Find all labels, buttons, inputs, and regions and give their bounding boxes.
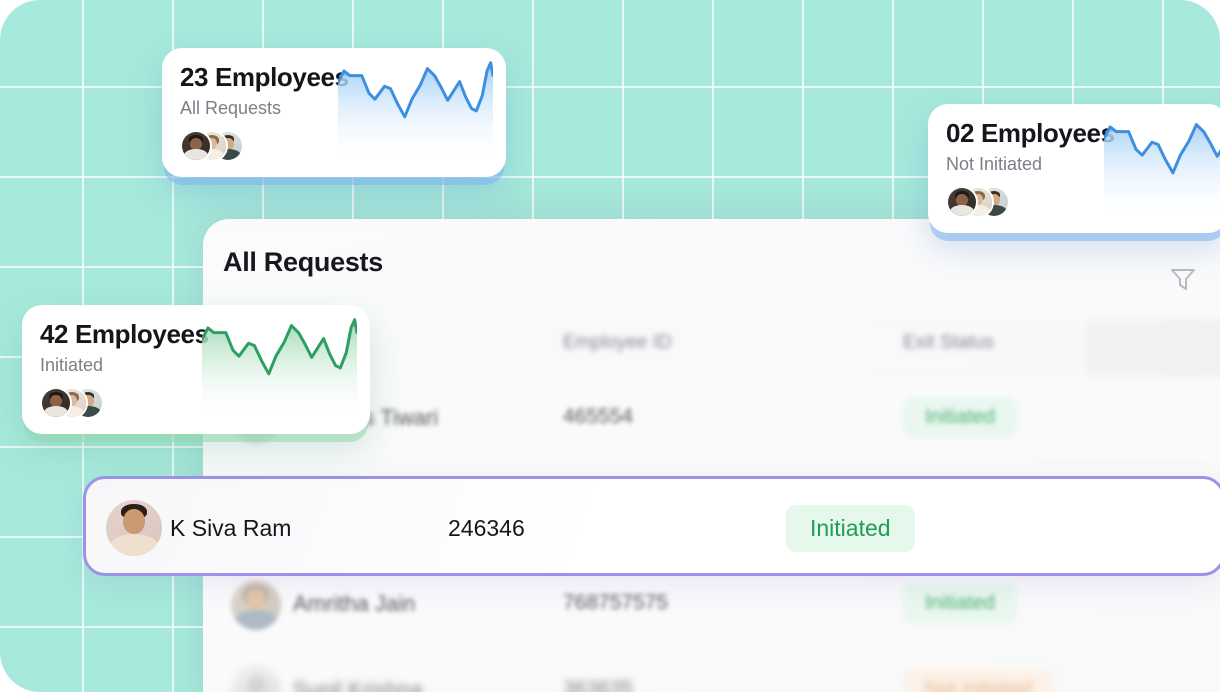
avatar [231,580,281,630]
stat-count: 42 Employees [40,319,209,349]
stat-label: All Requests [180,98,282,118]
avatar [40,387,72,419]
avatar [106,500,162,556]
filter-funnel-icon[interactable] [1167,264,1199,294]
avatar [180,130,212,162]
stat-card-not-initiated[interactable]: 02 Employees Not Initiated [928,104,1220,233]
all-requests-panel: All Requests Employee ID Exit Status Vis… [203,219,1220,692]
cell-employee-name: Sunil Krishna [293,677,423,692]
status-badge: Not Initiated [903,669,1054,692]
screenshot-root: All Requests Employee ID Exit Status Vis… [0,0,1220,692]
column-header-exit-status: Exit Status [903,332,994,353]
cell-employee-id: 363635 [563,677,634,692]
table-row[interactable]: Sunil Krishna 363635 Not Initiated [203,649,1220,692]
stat-card-initiated[interactable]: 42 Employees Initiated [22,305,370,434]
cell-employee-name: K Siva Ram [170,515,292,541]
sparkline-chart-not-initiated [1104,114,1220,214]
status-badge: Initiated [786,505,915,552]
table-row-selected[interactable]: K Siva Ram 246346 Initiated [83,476,1220,576]
cell-employee-id: 768757575 [563,591,669,614]
cell-employee-id: 246346 [448,515,525,541]
avatar [946,186,978,218]
avatar [231,666,281,692]
cell-employee-name: Amritha Jain [293,591,416,616]
stat-card-all-requests[interactable]: 23 Employees All Requests [162,48,506,177]
status-badge: Initiated [903,583,1018,624]
sparkline-chart-all-requests [338,58,493,158]
stat-count: 23 Employees [180,62,349,92]
cell-employee-id: 465554 [563,405,634,428]
page-title: All Requests [223,247,383,277]
status-badge: Initiated [903,397,1018,438]
column-header-employee-id: Employee ID [563,332,672,353]
stat-label: Not Initiated [946,154,1043,174]
stat-count: 02 Employees [946,118,1115,148]
sparkline-chart-initiated [202,315,357,415]
stat-label: Initiated [40,355,104,375]
